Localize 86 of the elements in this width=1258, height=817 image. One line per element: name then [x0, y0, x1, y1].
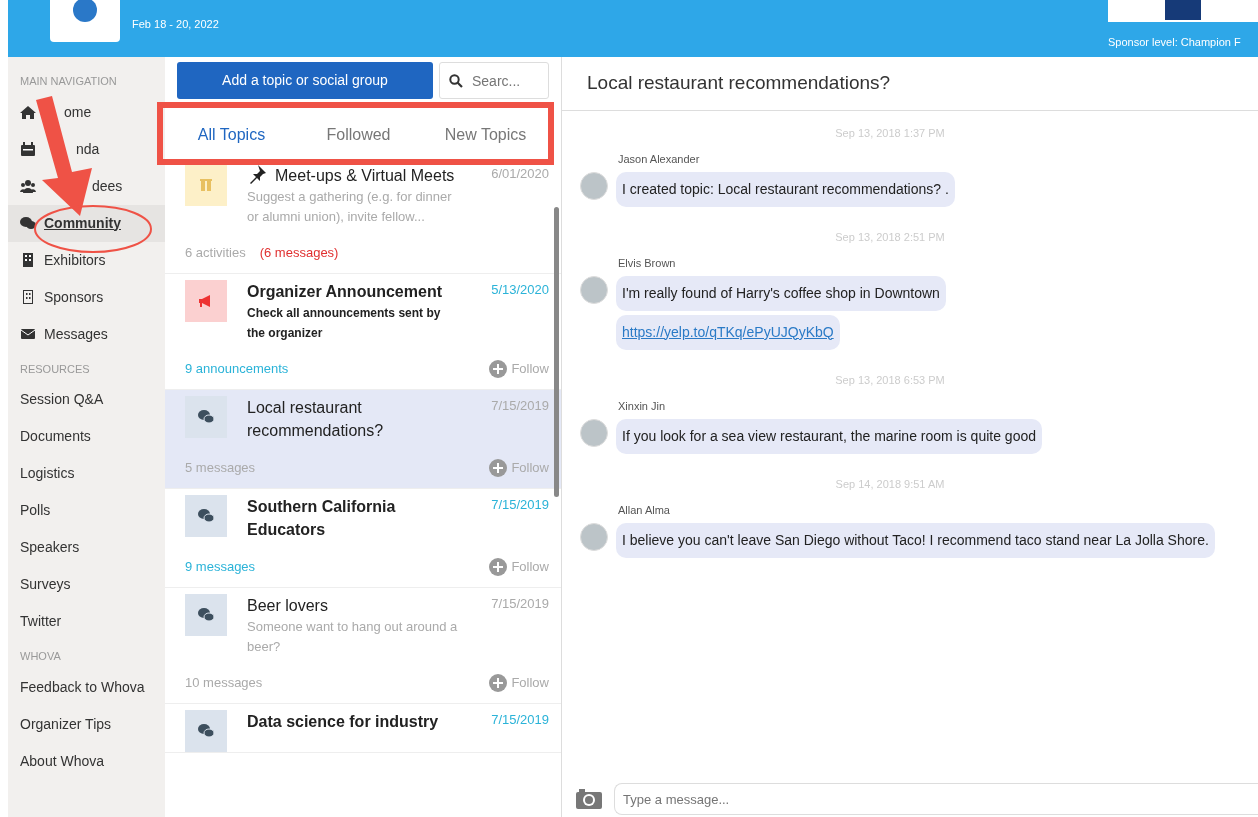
building-icon [20, 253, 36, 267]
section-heading: MAIN NAVIGATION [19, 74, 118, 89]
topic-item[interactable]: Local restaurant recommendations? 7/15/2019 5 messages Follow [165, 390, 561, 489]
topic-item[interactable]: Beer lovers Someone want to hang out around a beer? 7/15/2019 10 messages Follow [165, 588, 561, 704]
author-name: Jason Alexander [618, 152, 701, 167]
activity-count: 9 messages [185, 558, 256, 577]
author-name: Xinxin Jin [618, 399, 667, 414]
chat-bubbles-icon [185, 396, 227, 438]
sidebar-item[interactable]: Organizer Tips [20, 713, 112, 735]
message-bubble: I'm really found of Harry's coffee shop in Downtown [616, 275, 946, 311]
sidebar-item[interactable]: Exhibitors [44, 249, 106, 271]
topic-date: 6/01/2020 [490, 165, 549, 183]
sidebar-item[interactable]: Community [8, 204, 165, 242]
envelope-icon [20, 327, 36, 341]
chat-bubbles-icon [20, 216, 36, 230]
sidebar-item[interactable]: Session Q&A [20, 389, 104, 410]
author-name: Allan Alma [618, 503, 671, 518]
sidebar-item[interactable]: ome [64, 101, 92, 123]
chat-bubbles-icon [185, 495, 227, 537]
topic-title: Beer lovers [247, 596, 329, 616]
message-bubble: I believe you can't leave San Diego without Taco! I recommend taco stand near La Jolla Shore. [616, 522, 1215, 558]
sidebar-item[interactable]: Speakers [20, 537, 80, 558]
plus-icon [489, 558, 508, 576]
camera-icon[interactable] [576, 789, 602, 809]
activity-count: 6 activities [185, 244, 246, 263]
topic-tab[interactable]: Followed [295, 109, 422, 162]
sidebar-item[interactable]: About Whova [20, 750, 105, 772]
topic-title: Data science for industry [247, 712, 440, 732]
message-bubble: I created topic: Local restaurant recommendations? . [616, 171, 955, 207]
plus-icon [489, 674, 508, 692]
sidebar-item[interactable]: dees [92, 175, 123, 197]
activity-count: 10 messages [185, 674, 263, 693]
topic-date: 7/15/2019 [490, 595, 549, 613]
logo-icon [50, 0, 120, 42]
topic-date: 7/15/2019 [490, 496, 549, 514]
message-count: (6 messages) [259, 244, 339, 263]
sidebar-item[interactable]: Twitter [20, 611, 62, 632]
calendar-icon [20, 142, 36, 156]
sidebar-item[interactable]: Logistics [20, 463, 75, 484]
sidebar-item[interactable]: Polls [20, 500, 51, 521]
section-heading: RESOURCES [19, 361, 91, 377]
topic-tab[interactable]: All Topics [168, 109, 295, 162]
avatar [580, 275, 608, 304]
sidebar-item[interactable]: Feedback to Whova [20, 676, 145, 698]
sidebar-item[interactable]: Messages [44, 323, 108, 345]
avatar [580, 171, 608, 200]
topic-description: Suggest a gathering (e.g. for dinner or alumni union), invite fellow... [247, 188, 453, 226]
section-heading: WHOVA [19, 649, 62, 664]
megaphone-icon [185, 280, 227, 322]
building-outline-icon [20, 290, 36, 304]
sidebar-item[interactable]: Documents [20, 426, 91, 447]
topic-title: Local restaurant recommendations? [247, 398, 385, 441]
sidebar-item[interactable]: Surveys [20, 574, 71, 595]
message-bubble: If you look for a sea view restaurant, the marine room is quite good [616, 418, 1042, 454]
sponsor-level: Sponsor level: Champion F [1108, 35, 1241, 50]
topic-title: Meet-ups & Virtual Meets [247, 164, 459, 187]
topic-title: Organizer Announcement [247, 282, 443, 302]
people-icon [185, 164, 227, 206]
activity-count: 5 messages [185, 459, 256, 478]
add-topic-button[interactable]: Add a topic or social group [177, 62, 433, 99]
topic-tab[interactable]: New Topics [422, 109, 549, 162]
message-link[interactable]: https://yelp.to/qTKq/ePyUJQyKbQ [616, 314, 840, 350]
topic-title: Southern California Educators [247, 497, 397, 540]
activity-count: 9 announcements [185, 360, 289, 379]
search-field[interactable]: Searc... [439, 62, 549, 99]
chat-bubbles-icon [185, 710, 227, 752]
people-icon [20, 179, 36, 193]
avatar [580, 418, 608, 447]
topic-item[interactable]: Data science for industry 7/15/2019 [165, 704, 561, 753]
topic-date: 5/13/2020 [490, 281, 549, 299]
avatar [580, 522, 608, 551]
plus-icon [489, 459, 508, 477]
topic-description: Check all announcements sent by the organizer [247, 305, 442, 342]
topic-date: 7/15/2019 [490, 397, 549, 415]
topic-item[interactable]: Southern California Educators 7/15/2019 9 messages Follow [165, 489, 561, 588]
conversation-title: Local restaurant recommendations? [562, 57, 1258, 111]
author-name: Elvis Brown [618, 256, 677, 271]
plus-icon [489, 360, 508, 378]
message-input[interactable]: Type a message... [614, 783, 1258, 815]
sidebar-item[interactable]: nda [76, 138, 100, 160]
home-icon [20, 105, 36, 119]
sidebar-item[interactable]: Sponsors [44, 286, 104, 308]
topic-description: Someone want to hang out around a beer? [247, 618, 459, 656]
chat-bubbles-icon [185, 594, 227, 636]
event-date: Feb 18 - 20, 2022 [132, 17, 219, 32]
topic-date: 7/15/2019 [490, 711, 549, 729]
